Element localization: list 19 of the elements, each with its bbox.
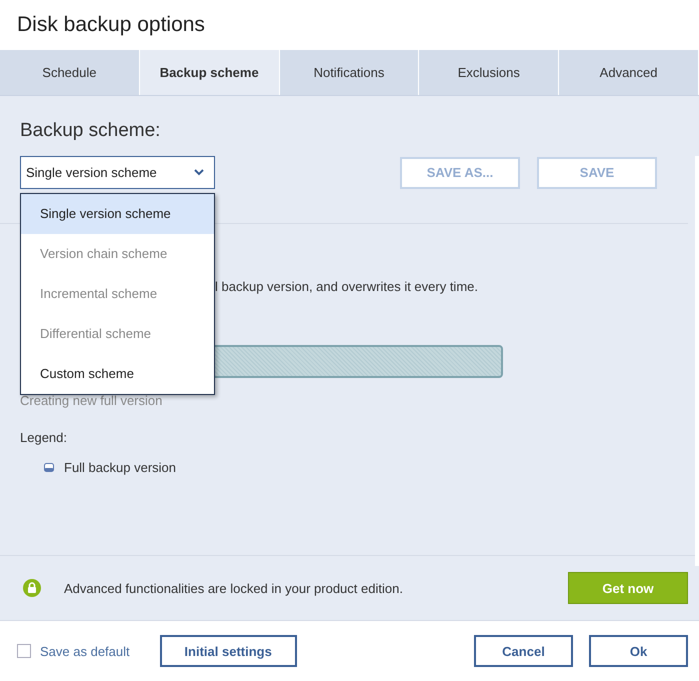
checkbox-label: Save as default — [40, 644, 130, 658]
cancel-button[interactable]: Cancel — [474, 635, 573, 667]
checkbox[interactable] — [17, 644, 31, 658]
full-backup-icon — [44, 463, 54, 472]
description-text: l backup version, and overwrites it every time. — [215, 279, 479, 296]
legend-title: Legend: — [20, 430, 68, 445]
menu-item[interactable]: Custom scheme — [21, 354, 214, 394]
locked-message: Advanced functionalities are locked in your product edition. — [64, 580, 404, 596]
scheme-dropdown[interactable]: Single version scheme — [20, 156, 215, 189]
ok-button[interactable]: Ok — [589, 635, 688, 667]
section-heading: Backup scheme: — [20, 120, 162, 142]
lock-icon — [23, 579, 41, 597]
chevron-down-icon — [194, 169, 204, 176]
menu-item[interactable]: Single version scheme — [21, 194, 214, 234]
window-title: Disk backup options — [17, 13, 205, 37]
timeline-caption: Creating new full version — [20, 393, 164, 408]
tab[interactable]: Backup scheme — [140, 50, 280, 95]
legend-label: Full backup version — [64, 460, 176, 475]
initial-settings-button[interactable]: Initial settings — [160, 635, 297, 667]
